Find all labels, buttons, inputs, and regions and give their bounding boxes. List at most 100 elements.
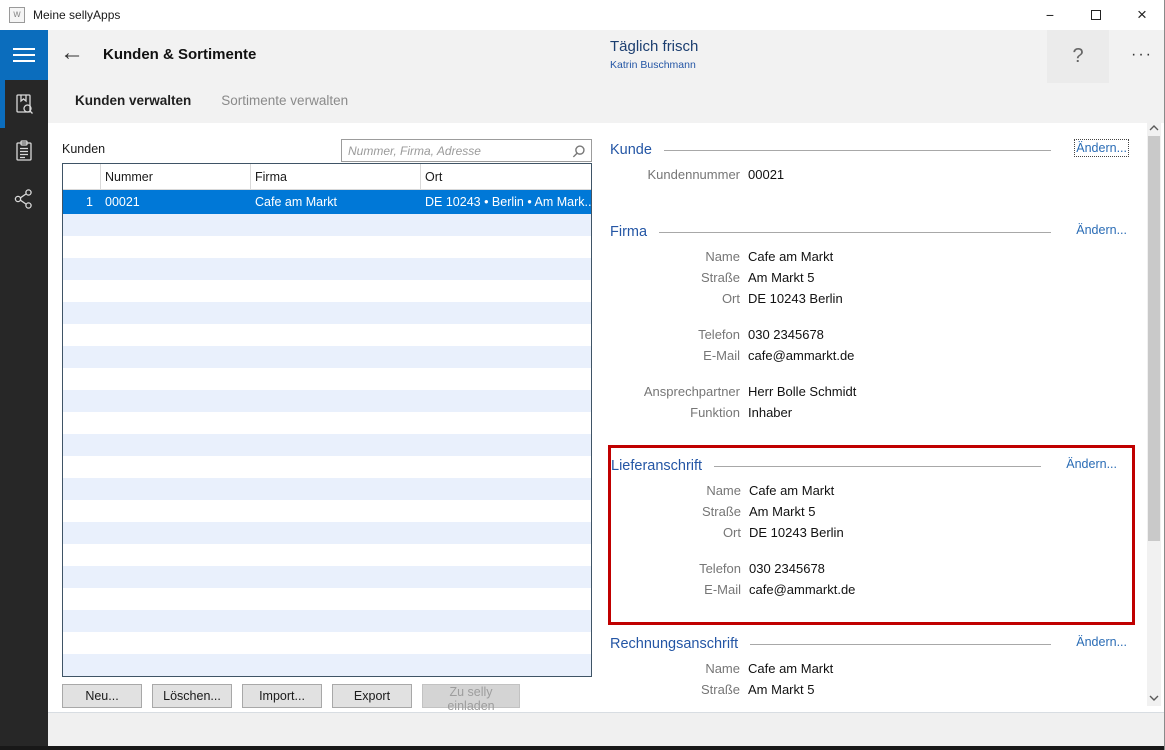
- field-group: NameCafe am MarktStraßeAm Markt 5: [610, 658, 1135, 700]
- import--button[interactable]: Import...: [242, 684, 322, 708]
- close-button[interactable]: ×: [1119, 0, 1165, 30]
- field-value: Am Markt 5: [749, 501, 815, 522]
- field-label: Straße: [610, 267, 740, 288]
- maximize-button[interactable]: [1073, 0, 1119, 30]
- minimize-button[interactable]: −: [1027, 0, 1073, 30]
- field-row: Kundennummer00021: [610, 164, 1135, 185]
- field-row: FunktionInhaber: [610, 402, 1135, 423]
- aendern-link[interactable]: Ändern...: [1076, 635, 1127, 649]
- app-logo-icon: w: [9, 7, 25, 23]
- tab-bar: Kunden verwalten Sortimente verwalten: [75, 93, 348, 108]
- field-row: AnsprechpartnerHerr Bolle Schmidt: [610, 381, 1135, 402]
- customers-table: Nummer Firma Ort 100021Cafe am MarktDE 1…: [62, 163, 592, 677]
- field-value: Cafe am Markt: [748, 246, 833, 267]
- section-title: Rechnungsanschrift: [610, 636, 738, 652]
- more-options-button[interactable]: ···: [1120, 42, 1164, 72]
- customer-actions: Neu... Löschen... Import... Export Zu selly …: [62, 684, 520, 708]
- section-divider: [714, 466, 1041, 467]
- field-row: Straße Am Markt 5: [611, 501, 1125, 522]
- table-cell: 00021: [101, 190, 251, 214]
- sidebar: [0, 30, 48, 750]
- status-strip: [48, 712, 1165, 746]
- field-row: Straße Am Markt 5: [610, 267, 1135, 288]
- column-nummer[interactable]: Nummer: [101, 164, 251, 190]
- table-cell: Cafe am Markt: [251, 190, 421, 214]
- table-empty-row: [63, 544, 591, 566]
- account-company: Täglich frisch: [610, 38, 698, 55]
- field-row: NameCafe am Markt: [610, 246, 1135, 267]
- table-empty-row: [63, 346, 591, 368]
- aendern-link[interactable]: Ändern...: [1066, 457, 1117, 471]
- aendern-link[interactable]: Ändern...: [1076, 141, 1127, 155]
- customer-details: KundeÄndern...Kundennummer00021FirmaÄnde…: [608, 131, 1135, 700]
- field-label: Straße: [610, 679, 740, 700]
- export-button[interactable]: Export: [332, 684, 412, 708]
- field-label: Ort: [610, 288, 740, 309]
- details-scrollbar[interactable]: [1147, 120, 1161, 706]
- section-firma: Firma Ändern... NameCafe am MarktStraße Am …: [608, 222, 1135, 423]
- field-label: Name: [611, 480, 741, 501]
- column-firma[interactable]: Firma: [251, 164, 421, 190]
- field-value: Inhaber: [748, 402, 792, 423]
- neu--button[interactable]: Neu...: [62, 684, 142, 708]
- help-button[interactable]: ?: [1047, 30, 1109, 83]
- field-row: OrtDE 10243 Berlin: [611, 522, 1125, 543]
- field-label: Ort: [611, 522, 741, 543]
- column-rownum[interactable]: [63, 164, 101, 190]
- field-value: Am Markt 5: [748, 267, 814, 288]
- zu-selly-einladen-button: Zu selly einladen: [422, 684, 520, 708]
- section-divider: [659, 232, 1051, 233]
- titlebar: w Meine sellyApps − ×: [0, 0, 1165, 30]
- scroll-down-icon[interactable]: [1147, 690, 1161, 706]
- scrollbar-thumb[interactable]: [1148, 136, 1160, 541]
- table-empty-row: [63, 610, 591, 632]
- table-empty-row: [63, 456, 591, 478]
- section-rechnungsanschrift: RechnungsanschriftÄndern...NameCafe am M…: [608, 634, 1135, 700]
- hamburger-icon: [13, 48, 35, 50]
- table-empty-row: [63, 654, 591, 676]
- aendern-link[interactable]: Ändern...: [1076, 223, 1127, 237]
- table-empty-row: [63, 236, 591, 258]
- table-row[interactable]: 100021Cafe am MarktDE 10243 • Berlin • A…: [63, 190, 591, 214]
- table-empty-row: [63, 434, 591, 456]
- section-header: Firma Ändern...: [610, 222, 1135, 242]
- back-button[interactable]: ←: [60, 40, 84, 66]
- sidebar-item-contacts[interactable]: [0, 80, 48, 128]
- löschen--button[interactable]: Löschen...: [152, 684, 232, 708]
- sidebar-item-share[interactable]: [0, 175, 48, 223]
- hamburger-menu-button[interactable]: [0, 30, 48, 80]
- field-group: NameCafe am MarktStraßeAm Markt 5OrtDE 1…: [611, 480, 1125, 543]
- section-title: Firma: [610, 224, 647, 240]
- table-empty-row: [63, 302, 591, 324]
- field-value: 030 2345678: [749, 558, 825, 579]
- search-input[interactable]: [342, 140, 591, 161]
- field-value: Cafe am Markt: [748, 658, 833, 679]
- sidebar-item-lists[interactable]: [0, 127, 48, 175]
- field-group: Telefon030 2345678E-Mailcafe@ammarkt.de: [610, 324, 1135, 366]
- tab-kunden-verwalten[interactable]: Kunden verwalten: [75, 93, 191, 108]
- field-label: E-Mail: [610, 345, 740, 366]
- tab-sortimente-verwalten[interactable]: Sortimente verwalten: [221, 93, 348, 108]
- field-label: Kundennummer: [610, 164, 740, 185]
- column-ort[interactable]: Ort: [421, 164, 591, 190]
- table-empty-row: [63, 500, 591, 522]
- table-empty-row: [63, 478, 591, 500]
- customer-search: [341, 139, 592, 162]
- field-label: Straße: [611, 501, 741, 522]
- field-value: DE 10243 Berlin: [748, 288, 843, 309]
- field-value: cafe@ammarkt.de: [748, 345, 854, 366]
- section-divider: [664, 150, 1051, 151]
- table-header: Nummer Firma Ort: [63, 164, 591, 190]
- field-value: cafe@ammarkt.de: [749, 579, 855, 600]
- scroll-up-icon[interactable]: [1147, 120, 1161, 136]
- field-label: Telefon: [611, 558, 741, 579]
- field-group: Kundennummer00021: [610, 164, 1135, 185]
- page-title: Kunden & Sortimente: [103, 46, 256, 63]
- window-title: Meine sellyApps: [33, 8, 120, 22]
- section-header: LieferanschriftÄndern...: [611, 456, 1125, 476]
- contacts-search-icon: [12, 92, 36, 116]
- field-row: E-Mail cafe@ammarkt.de: [610, 345, 1135, 366]
- table-empty-row: [63, 632, 591, 654]
- field-group: NameCafe am MarktStraße Am Markt 5 Ort DE 1…: [610, 246, 1135, 309]
- table-empty-row: [63, 368, 591, 390]
